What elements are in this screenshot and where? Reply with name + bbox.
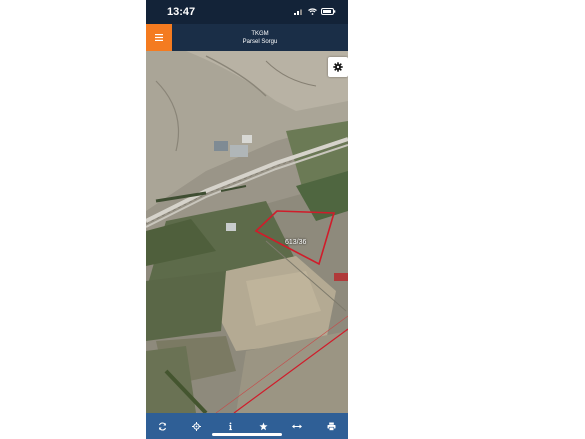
map-view[interactable]: 613/36 — [146, 51, 348, 413]
status-icons — [294, 8, 336, 15]
print-button[interactable] — [322, 417, 340, 435]
home-indicator — [212, 433, 282, 436]
status-bar: 13:47 — [146, 0, 348, 24]
settings-button[interactable] — [328, 57, 348, 77]
info-icon — [228, 422, 232, 430]
signal-icon — [294, 9, 302, 15]
menu-button[interactable] — [146, 24, 172, 51]
battery-icon — [321, 8, 336, 15]
status-time: 13:47 — [167, 6, 196, 18]
hamburger-icon — [155, 34, 163, 41]
refresh-button[interactable] — [154, 417, 172, 435]
star-icon — [259, 421, 268, 430]
app-header: TKGM Parsel Sorgu — [146, 24, 348, 51]
phone-screen: 13:47 TKGM Parsel Sorgu 613/36 — [146, 0, 348, 439]
app-subtitle: Parsel Sorgu — [242, 39, 278, 45]
locate-icon — [191, 421, 201, 431]
wifi-icon — [308, 8, 317, 15]
print-icon — [327, 422, 336, 431]
gear-icon — [333, 62, 343, 72]
header-title-block: TKGM Parsel Sorgu — [172, 30, 348, 46]
measure-icon — [292, 424, 303, 428]
measure-button[interactable] — [288, 417, 306, 435]
refresh-icon — [159, 421, 167, 431]
app-title: TKGM — [251, 31, 269, 37]
parcel-label: 613/36 — [285, 239, 307, 246]
satellite-map — [146, 51, 348, 413]
locate-button[interactable] — [187, 417, 205, 435]
